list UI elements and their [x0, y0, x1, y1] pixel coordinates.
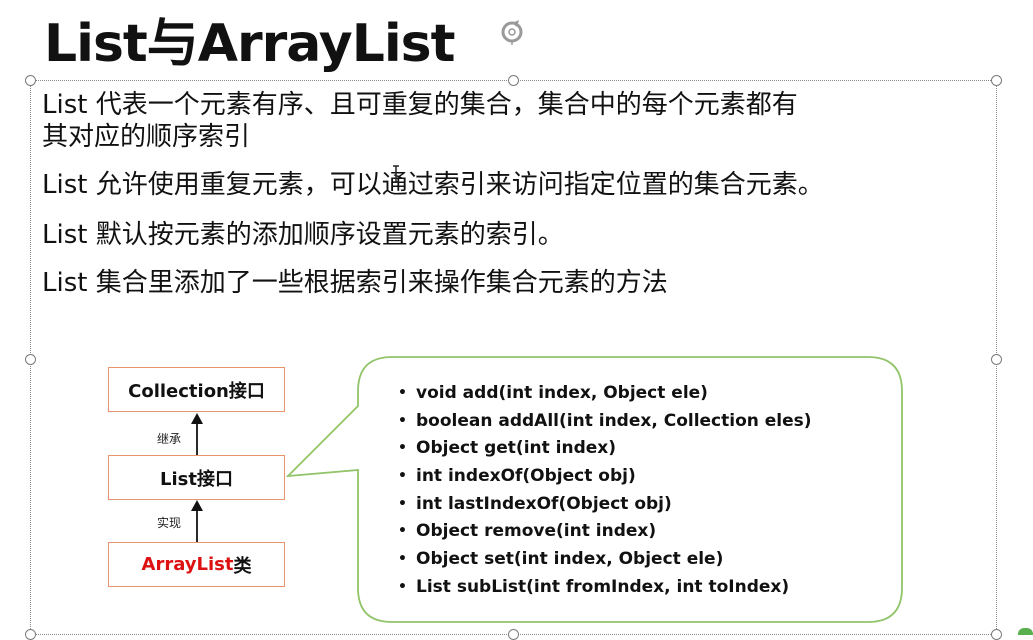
- bullet-icon: •: [398, 551, 407, 568]
- method-text: boolean addAll(int index, Collection ele…: [416, 410, 812, 431]
- bullet-icon: •: [398, 412, 407, 429]
- method-text: int lastIndexOf(Object obj): [416, 493, 672, 514]
- method-item: • void add(int index, Object ele): [398, 380, 812, 408]
- implement-label: 实现: [157, 516, 182, 530]
- method-text: void add(int index, Object ele): [416, 383, 708, 403]
- method-item: • boolean addAll(int index, Collection el…: [398, 408, 812, 436]
- method-item: • List subList(int fromIndex, int toIndex…: [398, 574, 812, 602]
- method-text: int indexOf(Object obj): [416, 466, 636, 487]
- method-item: • int lastIndexOf(Object obj): [398, 491, 812, 519]
- method-text: Object remove(int index): [416, 521, 657, 542]
- bullet-icon: •: [398, 578, 407, 595]
- method-item: • int indexOf(Object obj): [398, 463, 812, 491]
- implement-arrow: [191, 500, 203, 542]
- method-item: • Object remove(int index): [398, 518, 812, 546]
- method-item: • Object get(int index): [398, 435, 812, 463]
- method-item: • Object set(int index, Object ele): [398, 546, 812, 574]
- method-text: Object set(int index, Object ele): [416, 549, 724, 570]
- corner-decoration: [1018, 628, 1033, 635]
- inherit-label: 继承: [157, 432, 182, 446]
- list-methods: • void add(int index, Object ele) • boolea…: [398, 380, 812, 602]
- method-text: Object get(int index): [416, 438, 617, 459]
- bullet-icon: •: [398, 495, 407, 512]
- bullet-icon: •: [398, 468, 407, 485]
- bullet-icon: •: [398, 440, 407, 457]
- method-text: List subList(int fromIndex, int toIndex): [416, 576, 790, 597]
- inherit-arrow: [191, 413, 203, 455]
- bullet-icon: •: [398, 523, 407, 540]
- bullet-icon: •: [398, 385, 407, 401]
